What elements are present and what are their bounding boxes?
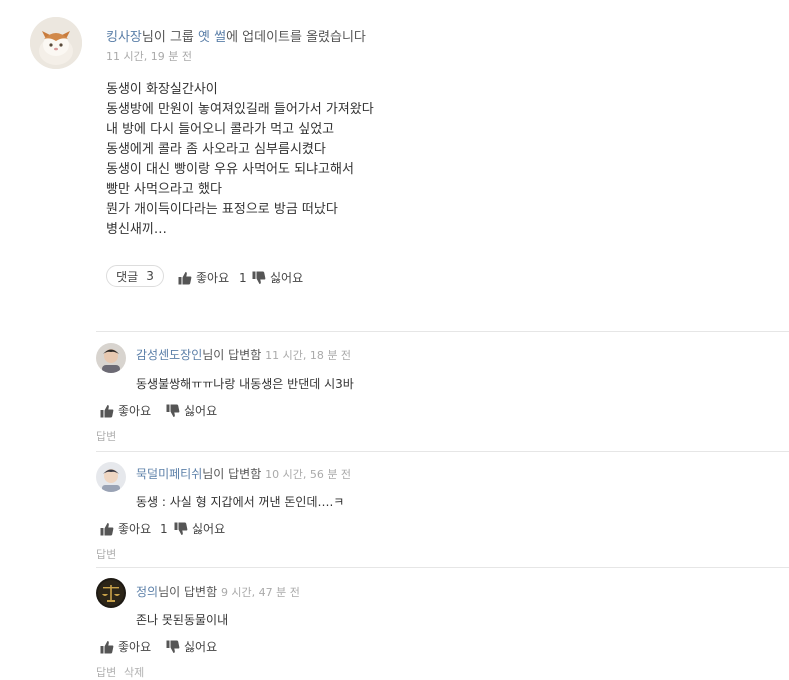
post-like-label: 좋아요	[196, 271, 230, 285]
comment-author-link[interactable]: 묵덜미페티쉬	[136, 467, 202, 481]
post-dislike-button[interactable]: 싫어요	[252, 269, 303, 286]
divider	[96, 567, 789, 568]
comment-reply-link[interactable]: 답변	[96, 664, 116, 680]
comment-like-count: 1	[160, 522, 168, 536]
comment-like-button[interactable]: 좋아요	[100, 638, 151, 655]
comment-timestamp[interactable]: 9 시간, 47 분 전	[221, 586, 300, 599]
cat-avatar-image	[30, 17, 82, 69]
thumbs-down-icon	[166, 640, 180, 653]
comment-header-text: 님이 답변함	[158, 585, 218, 599]
thumbs-down-icon	[252, 271, 266, 284]
comment-reply-link[interactable]: 답변	[96, 546, 116, 562]
comment-avatar[interactable]	[96, 578, 126, 608]
post-line: 동생에게 콜라 좀 사오라고 심부름시켰다	[106, 142, 326, 157]
scales-avatar-image	[96, 578, 126, 608]
thumbs-up-icon	[100, 404, 114, 417]
thumbs-down-icon	[166, 404, 180, 417]
comment-dislike-label: 싫어요	[184, 404, 218, 418]
thumbs-up-icon	[178, 271, 192, 284]
post-line: 빵만 사먹으라고 했다	[106, 182, 222, 197]
comment-count-value: 3	[146, 269, 154, 283]
post-timestamp[interactable]: 11 시간, 19 분 전	[106, 48, 192, 64]
comment-dislike-button[interactable]: 싫어요	[166, 638, 217, 655]
post-header: 킹사장님이 그룹 옛 썰에 업데이트를 올렸습니다	[106, 26, 366, 45]
thumbs-up-icon	[100, 522, 114, 535]
post-body: 동생이 화장실간사이 동생방에 만원이 놓여져있길래 들어가서 가져왔다 내 방…	[106, 80, 374, 240]
comment-author-link[interactable]: 정의	[136, 585, 158, 599]
comment-dislike-button[interactable]: 싫어요	[166, 402, 217, 419]
comment-dislike-label: 싫어요	[192, 522, 226, 536]
post-line: 뭔가 개이득이다라는 표정으로 방금 떠났다	[106, 202, 338, 217]
post-dislike-label: 싫어요	[270, 271, 304, 285]
comment-header: 정의님이 답변함 9 시간, 47 분 전	[136, 583, 300, 600]
comment-timestamp[interactable]: 10 시간, 56 분 전	[265, 468, 351, 481]
person-avatar-image	[96, 343, 126, 373]
comment-text: 동생 : 사실 형 지갑에서 꺼낸 돈인데….ㅋ	[136, 495, 345, 509]
comment-like-button[interactable]: 좋아요	[100, 520, 151, 537]
comment-header-text: 님이 답변함	[202, 348, 262, 362]
comment-count-button[interactable]: 댓글 3	[106, 265, 164, 287]
person-avatar-image	[96, 462, 126, 492]
comment-count-label: 댓글	[116, 269, 139, 284]
comment-header: 묵덜미페티쉬님이 답변함 10 시간, 56 분 전	[136, 465, 351, 482]
post-group-link[interactable]: 옛 썰	[198, 30, 226, 45]
thumbs-up-icon	[100, 640, 114, 653]
post-line: 동생이 대신 빵이랑 우유 사먹어도 되냐고해서	[106, 162, 354, 177]
comment-avatar[interactable]	[96, 343, 126, 373]
comment-like-label: 좋아요	[118, 404, 152, 418]
comment-timestamp[interactable]: 11 시간, 18 분 전	[265, 349, 351, 362]
comment-avatar[interactable]	[96, 462, 126, 492]
comment-text: 존나 못된동물이내	[136, 613, 229, 627]
divider	[96, 451, 789, 452]
post-like-count: 1	[239, 271, 247, 285]
comment-like-label: 좋아요	[118, 640, 152, 654]
thumbs-down-icon	[174, 522, 188, 535]
comment-like-label: 좋아요	[118, 522, 152, 536]
comment-author-link[interactable]: 감성센도장인	[136, 348, 202, 362]
comment-like-button[interactable]: 좋아요	[100, 402, 151, 419]
divider	[96, 331, 789, 332]
comment-reply-link[interactable]: 답변	[96, 428, 116, 444]
post-header-text-2: 에 업데이트를 올렸습니다	[226, 30, 366, 45]
post-header-text-1: 님이 그룹	[141, 30, 198, 45]
comment-dislike-button[interactable]: 싫어요	[174, 520, 225, 537]
post-line: 동생방에 만원이 놓여져있길래 들어가서 가져왔다	[106, 102, 374, 117]
comment-header-text: 님이 답변함	[202, 467, 262, 481]
post-line: 내 방에 다시 들어오니 콜라가 먹고 싶었고	[106, 122, 335, 137]
comment-header: 감성센도장인님이 답변함 11 시간, 18 분 전	[136, 346, 351, 363]
comment-dislike-label: 싫어요	[184, 640, 218, 654]
post-like-button[interactable]: 좋아요	[178, 269, 229, 286]
comment-delete-link[interactable]: 삭제	[124, 664, 144, 680]
comment-text: 동생불쌍해ㅠㅠ나랑 내동생은 반댄데 시3바	[136, 377, 354, 391]
post-line: 동생이 화장실간사이	[106, 82, 218, 97]
post-avatar[interactable]	[30, 17, 82, 69]
post-line: 병신새끼…	[106, 222, 167, 237]
post-author-link[interactable]: 킹사장	[106, 30, 142, 45]
